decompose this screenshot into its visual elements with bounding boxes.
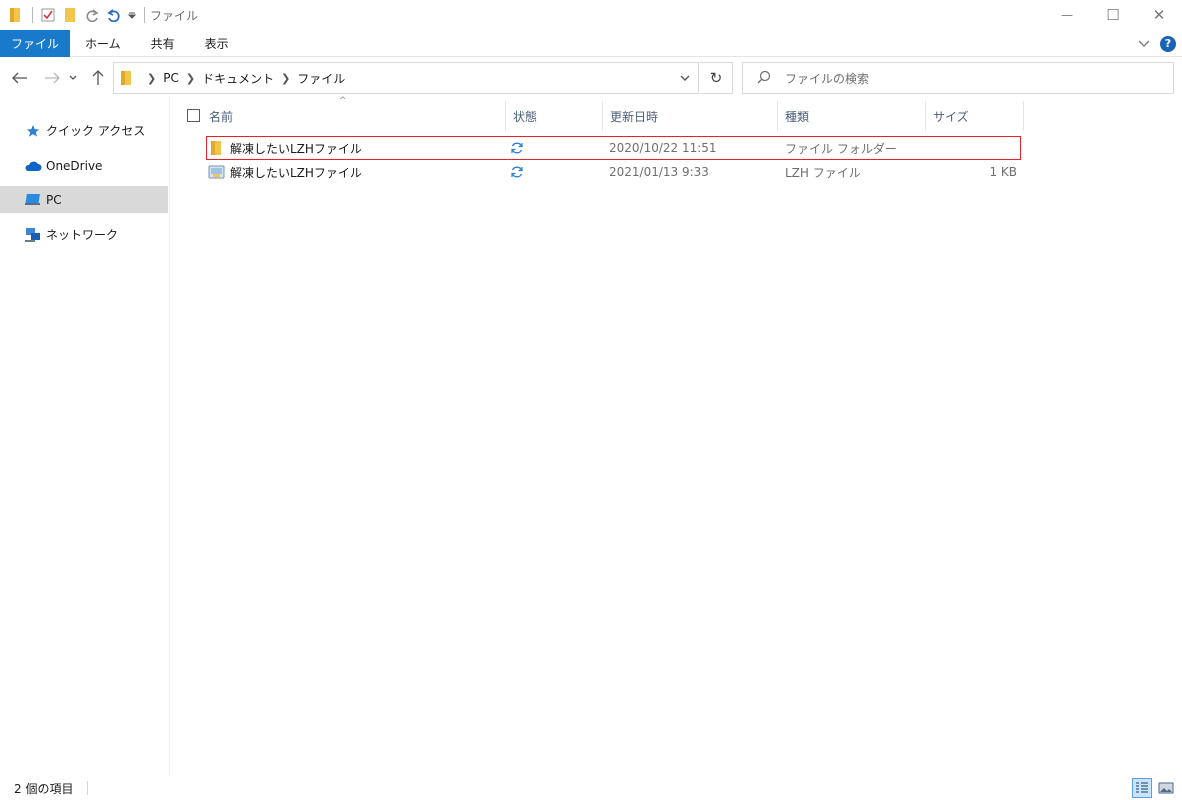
minimize-button[interactable]: — [1044,0,1090,30]
recent-locations-button[interactable] [66,68,80,88]
file-list: ^ 名前 状態 更新日時 種類 サイズ 解凍したいLZHファイル 2020/10… [171,96,1182,776]
breadcrumb-chevron-icon[interactable]: ❯ [147,72,156,85]
window-title: ファイル [150,8,199,23]
view-toggle [1132,778,1176,798]
undo-icon[interactable] [105,6,123,24]
breadcrumb-chevron-icon[interactable]: ❯ [281,72,290,85]
file-size: 1 KB [989,165,1017,179]
nav-item-label: PC [46,192,62,207]
refresh-icon: ↻ [709,69,723,87]
column-header-type[interactable]: 種類 [778,101,926,131]
title-separator [144,7,145,23]
up-arrow-icon [92,70,104,85]
breadcrumb-pc[interactable]: PC [163,71,179,85]
column-header-status[interactable]: 状態 [506,101,603,131]
new-folder-icon[interactable] [61,6,79,24]
nav-item-pc[interactable]: PC [0,186,168,213]
breadcrumb-chevron-icon[interactable]: ❯ [186,72,195,85]
modified-date: 2020/10/22 11:51 [609,141,717,155]
search-icon [757,70,771,87]
column-header-size[interactable]: サイズ [926,101,1024,131]
ribbon-tabs: ファイル ホーム 共有 表示 ? [0,29,1182,57]
large-icons-view-icon[interactable] [1156,778,1176,798]
tab-share[interactable]: 共有 [136,30,190,57]
address-bar[interactable]: ❯ PC ❯ ドキュメント ❯ ファイル [113,62,699,94]
quick-access-toolbar: ファイル [0,0,198,30]
folder-icon [210,137,222,159]
table-row[interactable]: 解凍したいLZHファイル 2020/10/22 11:51 ファイル フォルダー [206,136,1021,160]
column-header-name[interactable]: 名前 [202,101,506,131]
computer-icon [24,192,42,208]
column-header-modified[interactable]: 更新日時 [603,101,778,131]
maximize-button[interactable]: ☐ [1090,0,1136,30]
address-row: ❯ PC ❯ ドキュメント ❯ ファイル ↻ ファイルの検索 [0,60,1182,96]
expand-ribbon-chevron-icon[interactable] [1138,37,1150,51]
file-size [927,137,1017,159]
help-icon[interactable]: ? [1160,35,1176,52]
forward-button[interactable] [42,68,62,88]
file-name: 解凍したいLZHファイル [230,165,362,180]
window-controls: — ☐ ✕ [1044,0,1182,30]
back-arrow-icon [12,72,27,84]
back-button[interactable] [10,68,30,88]
close-icon: ✕ [1152,6,1166,24]
ribbon-right-controls: ? [1138,30,1176,57]
redo-icon[interactable] [83,6,101,24]
sync-icon [510,161,524,183]
search-box[interactable]: ファイルの検索 [742,62,1174,94]
tab-home[interactable]: ホーム [70,30,136,57]
breadcrumb: ❯ PC ❯ ドキュメント ❯ ファイル [140,70,345,87]
file-type: ファイル フォルダー [785,141,897,156]
item-count: 2 個の項目 [14,781,74,796]
nav-item-network[interactable]: ネットワーク [0,221,168,248]
folder-app-icon [6,6,24,24]
navigation-pane: クイック アクセス OneDrive PC ネットワーク [0,96,170,776]
chevron-down-icon [69,75,77,80]
nav-item-onedrive[interactable]: OneDrive [0,152,168,179]
refresh-button[interactable]: ↻ [700,62,733,94]
qat-separator [32,7,33,23]
up-button[interactable] [88,68,108,88]
folder-icon [120,70,132,86]
tab-file[interactable]: ファイル [0,29,71,57]
close-button[interactable]: ✕ [1136,0,1182,30]
nav-item-quick-access[interactable]: クイック アクセス [0,117,168,144]
minimize-icon: — [1061,8,1073,22]
file-name: 解凍したいLZHファイル [230,141,362,156]
select-all-checkbox[interactable] [187,109,200,122]
status-bar: 2 個の項目 [0,776,1182,800]
status-separator [87,781,89,795]
details-view-icon[interactable] [1132,778,1152,798]
customize-qat-icon[interactable] [127,6,137,24]
properties-icon[interactable] [39,6,57,24]
cloud-icon [24,158,42,174]
breadcrumb-file[interactable]: ファイル [297,70,345,87]
star-icon [24,123,42,139]
network-icon [24,227,42,243]
nav-item-label: ネットワーク [46,228,119,242]
table-row[interactable]: 解凍したいLZHファイル 2021/01/13 9:33 LZH ファイル 1 … [207,161,1020,183]
address-dropdown-icon[interactable] [680,71,690,85]
sync-icon [510,137,524,159]
breadcrumb-documents[interactable]: ドキュメント [202,70,274,87]
file-type: LZH ファイル [785,165,861,180]
modified-date: 2021/01/13 9:33 [609,165,709,179]
nav-item-label: OneDrive [46,158,103,173]
nav-item-label: クイック アクセス [46,124,146,138]
search-placeholder: ファイルの検索 [785,71,870,86]
forward-arrow-icon [45,72,60,84]
tab-view[interactable]: 表示 [190,30,244,57]
archive-file-icon [208,161,226,183]
title-bar: ファイル — ☐ ✕ [0,0,1182,30]
maximize-icon: ☐ [1106,6,1120,24]
